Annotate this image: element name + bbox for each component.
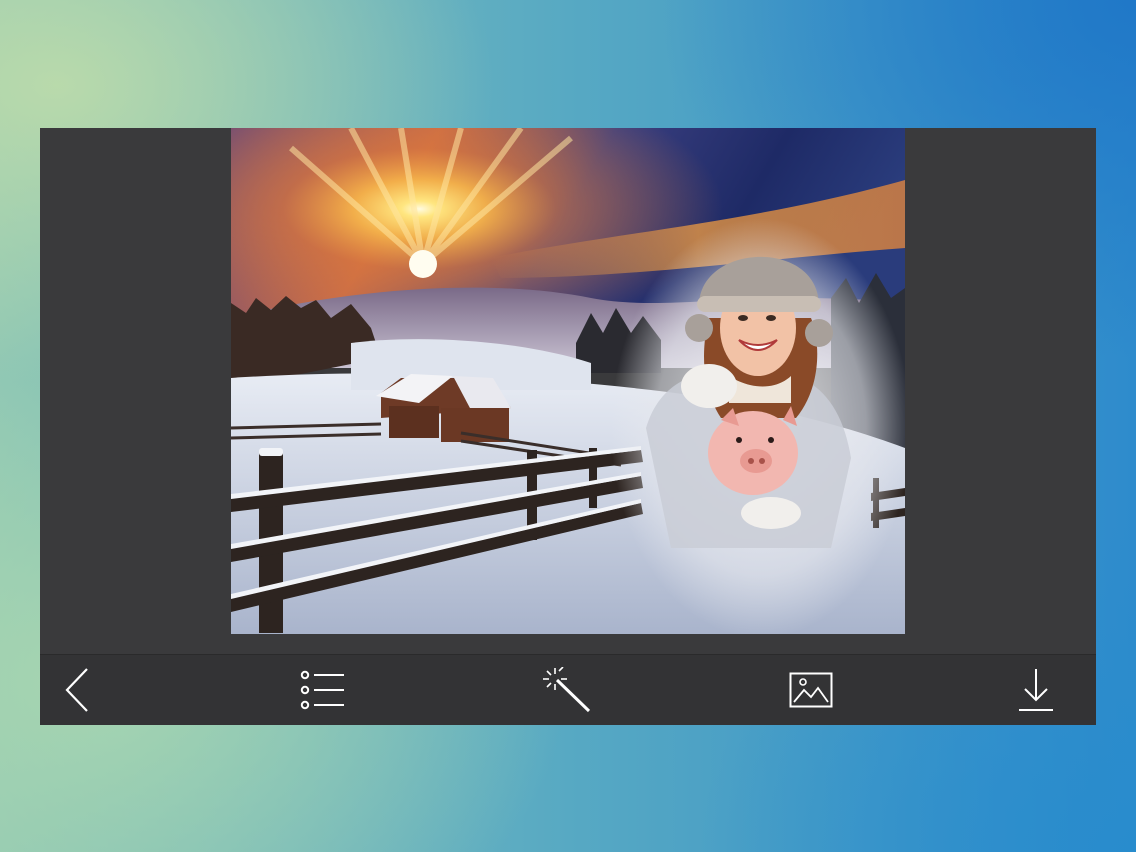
- bottom-toolbar: [40, 654, 1096, 725]
- list-icon: [300, 670, 344, 710]
- image-icon: [789, 672, 833, 708]
- frames-list-button[interactable]: [295, 663, 351, 717]
- back-button[interactable]: [50, 663, 106, 717]
- chevron-left-icon: [65, 668, 88, 712]
- effects-button[interactable]: [539, 663, 595, 717]
- download-icon: [1019, 669, 1053, 711]
- gallery-button[interactable]: [783, 663, 839, 717]
- photo-canvas[interactable]: [231, 128, 905, 634]
- magic-wand-icon: [543, 667, 591, 713]
- edited-photo: [231, 128, 905, 634]
- photo-editor-panel: [40, 128, 1096, 725]
- download-button[interactable]: [1008, 663, 1064, 717]
